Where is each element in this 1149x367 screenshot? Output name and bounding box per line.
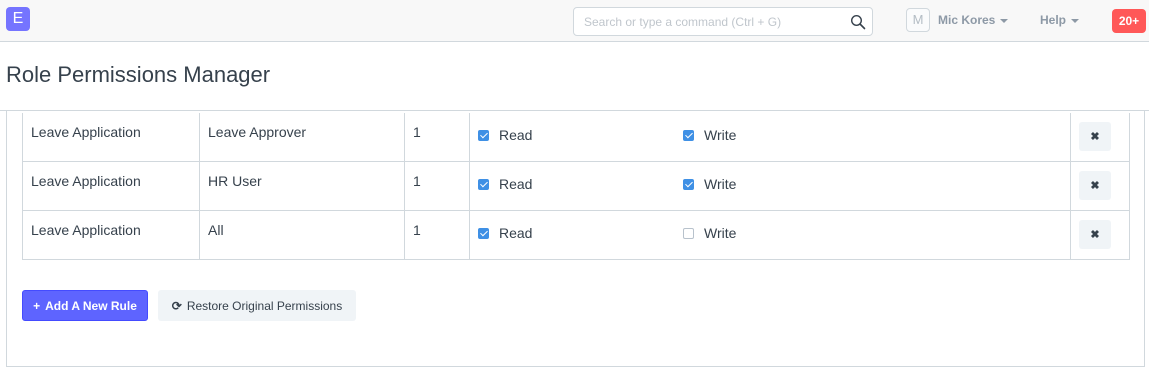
document-cell: Leave Application [23, 162, 200, 210]
help-menu[interactable]: Help [1040, 13, 1080, 27]
write-checkbox[interactable] [683, 129, 694, 141]
restore-label: Restore Original Permissions [186, 298, 343, 313]
role-cell: All [200, 211, 405, 259]
user-name: Mic Kores [938, 13, 996, 27]
table-row: Leave Application All 1 Read Write ✖ [22, 211, 1130, 260]
read-permission[interactable]: Read [478, 176, 532, 192]
close-icon: ✖ [1090, 180, 1100, 192]
document-name: Leave Application [31, 173, 141, 189]
read-checkbox[interactable] [478, 129, 489, 141]
read-label: Read [499, 127, 533, 143]
role-name: Leave Approver [208, 124, 307, 140]
restore-permissions-button[interactable]: ⟳ Restore Original Permissions [158, 290, 356, 321]
role-cell: Leave Approver [200, 113, 405, 161]
delete-rule-button[interactable]: ✖ [1079, 171, 1111, 200]
write-permission[interactable]: Write [683, 225, 736, 241]
document-cell: Leave Application [23, 113, 200, 161]
document-cell: Leave Application [23, 211, 200, 259]
read-permission[interactable]: Read [478, 127, 532, 143]
write-label: Write [704, 127, 737, 143]
write-checkbox[interactable] [683, 178, 694, 190]
chevron-down-icon [1071, 18, 1080, 23]
permission-level: 1 [413, 124, 421, 140]
document-name: Leave Application [31, 124, 141, 140]
write-checkbox[interactable] [683, 227, 694, 239]
write-permission[interactable]: Write [683, 127, 736, 143]
role-cell: HR User [200, 162, 405, 210]
plus-icon: + [33, 298, 41, 313]
write-permission[interactable]: Write [683, 176, 736, 192]
read-label: Read [499, 176, 533, 192]
navbar: E M Mic Kores Help 20+ [0, 0, 1149, 42]
table-row: Leave Application Leave Approver 1 Read … [22, 113, 1130, 162]
delete-rule-button[interactable]: ✖ [1079, 122, 1111, 151]
permissions-cell: Read Write [470, 162, 1071, 210]
level-cell: 1 [405, 113, 470, 161]
read-checkbox[interactable] [478, 227, 489, 239]
permissions-table: Leave Application Leave Approver 1 Read … [22, 113, 1130, 260]
help-label: Help [1040, 13, 1067, 27]
delete-cell: ✖ [1071, 211, 1129, 259]
read-checkbox[interactable] [478, 178, 489, 190]
read-permission[interactable]: Read [478, 225, 532, 241]
notification-badge[interactable]: 20+ [1112, 9, 1146, 33]
delete-cell: ✖ [1071, 162, 1129, 210]
search-input[interactable] [574, 8, 844, 35]
close-icon: ✖ [1090, 229, 1100, 241]
permissions-cell: Read Write [470, 211, 1071, 259]
table-row: Leave Application HR User 1 Read Write ✖ [22, 162, 1130, 211]
user-menu[interactable]: Mic Kores [938, 13, 1009, 27]
app-logo[interactable]: E [6, 7, 30, 31]
level-cell: 1 [405, 162, 470, 210]
search-icon[interactable] [850, 14, 866, 30]
permissions-cell: Read Write [470, 113, 1071, 161]
read-label: Read [499, 225, 533, 241]
avatar[interactable]: M [906, 8, 930, 32]
delete-cell: ✖ [1071, 113, 1129, 161]
add-rule-label: Add A New Rule [45, 298, 137, 313]
role-name: All [208, 222, 224, 238]
role-name: HR User [208, 173, 262, 189]
add-new-rule-button[interactable]: + Add A New Rule [22, 290, 148, 321]
chevron-down-icon [1000, 18, 1009, 23]
delete-rule-button[interactable]: ✖ [1079, 220, 1111, 249]
permission-level: 1 [413, 222, 421, 238]
refresh-icon: ⟳ [171, 298, 182, 313]
awesome-bar [573, 7, 873, 36]
permission-level: 1 [413, 173, 421, 189]
page-title: Role Permissions Manager [6, 62, 271, 87]
write-label: Write [704, 225, 737, 241]
document-name: Leave Application [31, 222, 141, 238]
write-label: Write [704, 176, 737, 192]
level-cell: 1 [405, 211, 470, 259]
close-icon: ✖ [1090, 131, 1100, 143]
